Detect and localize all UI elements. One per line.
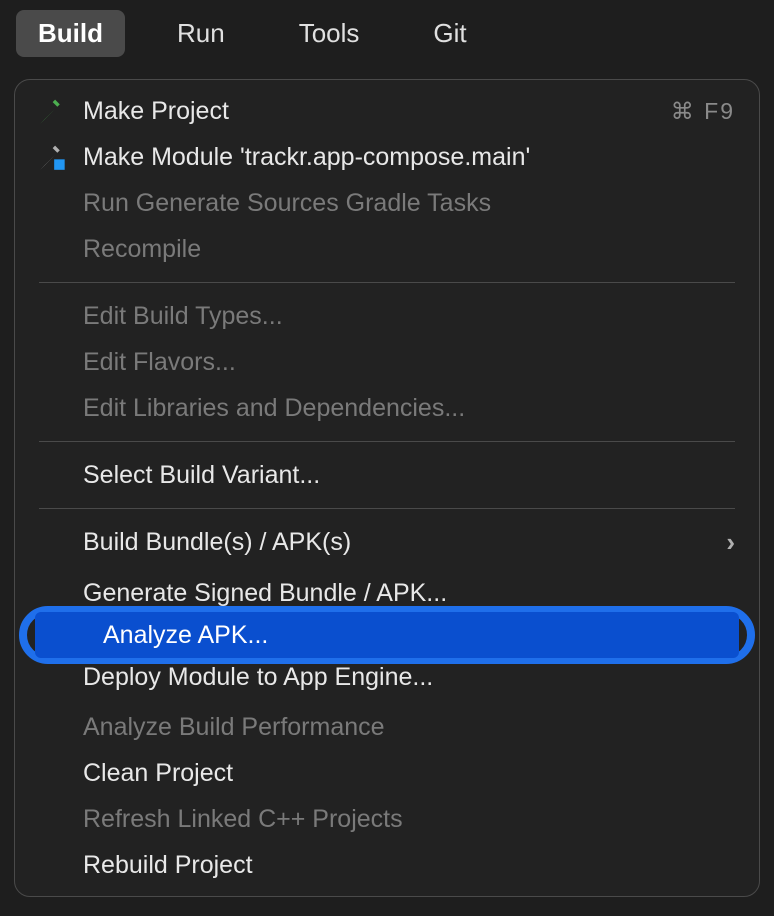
menubar-build[interactable]: Build xyxy=(16,10,125,57)
menubar: Build Run Tools Git xyxy=(0,0,774,67)
menu-label: Generate Signed Bundle / APK... xyxy=(83,579,735,608)
menu-refresh-cpp: Refresh Linked C++ Projects xyxy=(15,796,759,842)
menu-label: Deploy Module to App Engine... xyxy=(83,663,735,692)
menu-label: Analyze Build Performance xyxy=(83,713,735,742)
menubar-tools[interactable]: Tools xyxy=(277,10,382,57)
menu-select-build-variant[interactable]: Select Build Variant... xyxy=(15,452,759,498)
menu-label: Make Project xyxy=(83,97,671,126)
menu-label: Build Bundle(s) / APK(s) xyxy=(83,528,726,557)
menu-run-generate: Run Generate Sources Gradle Tasks xyxy=(15,180,759,226)
shortcut-text: ⌘ F9 xyxy=(671,98,735,125)
menu-label: Rebuild Project xyxy=(83,851,735,880)
menu-label: Analyze APK... xyxy=(103,621,715,650)
menu-analyze-build-perf: Analyze Build Performance xyxy=(15,704,759,750)
menubar-git[interactable]: Git xyxy=(411,10,488,57)
menu-recompile: Recompile xyxy=(15,226,759,272)
menu-deploy-module[interactable]: Deploy Module to App Engine... xyxy=(15,658,759,704)
menu-label: Edit Libraries and Dependencies... xyxy=(83,394,735,423)
build-dropdown: Make Project ⌘ F9 Make Module 'trackr.ap… xyxy=(14,79,760,897)
menu-label: Run Generate Sources Gradle Tasks xyxy=(83,189,735,218)
separator xyxy=(39,282,735,283)
menu-rebuild-project[interactable]: Rebuild Project xyxy=(15,842,759,888)
separator xyxy=(39,441,735,442)
menu-label: Edit Build Types... xyxy=(83,302,735,331)
menu-label: Recompile xyxy=(83,235,735,264)
chevron-right-icon: › xyxy=(726,527,735,558)
menu-edit-flavors: Edit Flavors... xyxy=(15,339,759,385)
menu-build-bundles[interactable]: Build Bundle(s) / APK(s) › xyxy=(15,519,759,566)
separator xyxy=(39,508,735,509)
menu-label: Make Module 'trackr.app-compose.main' xyxy=(83,143,735,172)
menu-edit-build-types: Edit Build Types... xyxy=(15,293,759,339)
menu-label: Edit Flavors... xyxy=(83,348,735,377)
menu-edit-libraries: Edit Libraries and Dependencies... xyxy=(15,385,759,431)
menu-label: Clean Project xyxy=(83,759,735,788)
menu-label: Select Build Variant... xyxy=(83,461,735,490)
menu-label: Refresh Linked C++ Projects xyxy=(83,805,735,834)
menubar-run[interactable]: Run xyxy=(155,10,247,57)
hammer-module-icon xyxy=(39,143,83,171)
menu-make-module[interactable]: Make Module 'trackr.app-compose.main' xyxy=(15,134,759,180)
menu-clean-project[interactable]: Clean Project xyxy=(15,750,759,796)
hammer-green-icon xyxy=(39,97,83,125)
highlight-ring: Analyze APK... xyxy=(19,606,755,664)
menu-analyze-apk[interactable]: Analyze APK... xyxy=(35,612,739,658)
menu-make-project[interactable]: Make Project ⌘ F9 xyxy=(15,88,759,134)
